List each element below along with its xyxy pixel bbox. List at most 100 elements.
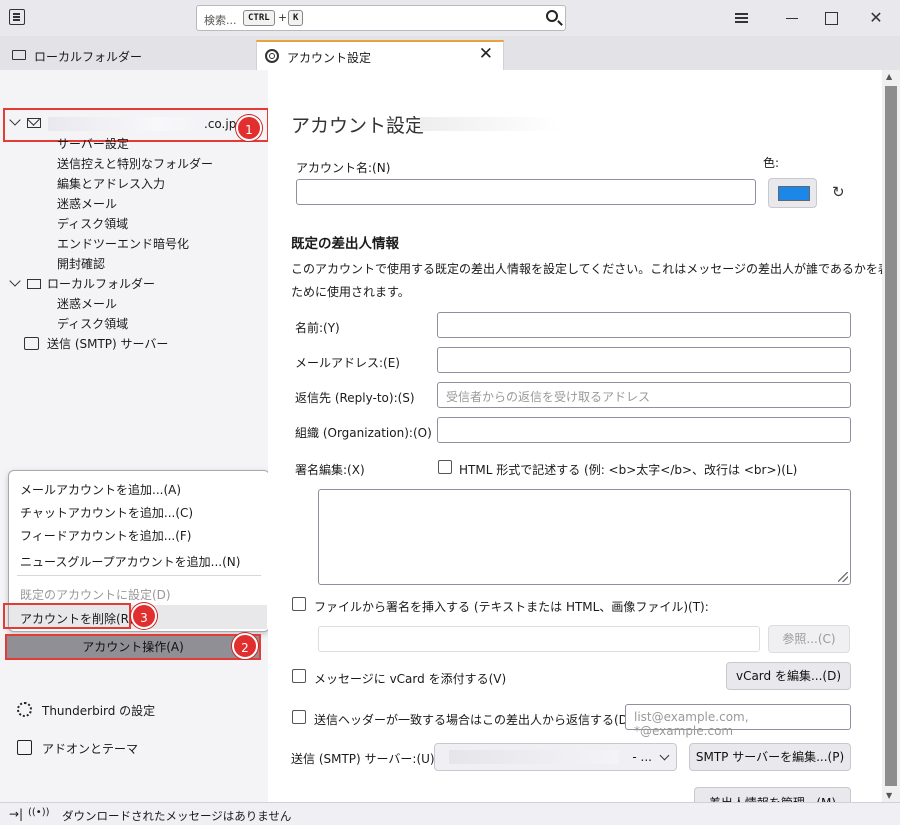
mail-icon [27, 118, 41, 128]
smtp-server-select[interactable]: - ... [434, 743, 677, 771]
reset-color-icon[interactable]: ↻ [832, 183, 845, 201]
organization-label: 組織 (Organization):(O) [295, 426, 432, 440]
page-title: アカウント設定 - [291, 111, 437, 138]
color-label: 色: [763, 156, 780, 170]
edit-smtp-button[interactable]: SMTP サーバーを編集...(P) [689, 743, 851, 771]
title-bar: 検索... CTRL + K ✕ [0, 0, 900, 36]
search-icon[interactable] [546, 10, 558, 22]
addons-label: アドオンとテーマ [42, 742, 139, 756]
tab-bar: ローカルフォルダー アカウント設定 ✕ [0, 36, 900, 70]
badge-1: 1 [236, 115, 262, 141]
menu-add-chat-account[interactable]: チャットアカウントを追加...(C) [20, 504, 193, 521]
reply-from-header-checkbox[interactable] [292, 710, 306, 724]
scrollbar-thumb[interactable] [885, 86, 897, 786]
signature-label: 署名編集:(X) [295, 463, 365, 477]
signature-file-input[interactable] [318, 626, 760, 652]
close-window-button[interactable]: ✕ [866, 8, 886, 28]
resize-grip-icon[interactable] [838, 572, 848, 582]
identity-heading: 既定の差出人情報 [291, 236, 399, 252]
menu-add-newsgroup-account[interactable]: ニュースグループアカウントを追加...(N) [20, 553, 240, 570]
tab-label: アカウント設定 [287, 51, 372, 65]
replyto-input[interactable]: 受信者からの返信を受け取るアドレス [437, 382, 851, 408]
sidebar-item-server-settings[interactable]: サーバー設定 [57, 134, 129, 154]
tab-account-settings[interactable]: アカウント設定 ✕ [256, 40, 504, 70]
sidebar-item-smtp[interactable]: 送信 (SMTP) サーバー [47, 334, 168, 354]
minimize-button[interactable] [782, 8, 802, 28]
name-input[interactable] [437, 312, 851, 338]
tab-local-folders[interactable]: ローカルフォルダー [0, 40, 250, 70]
badge-3: 3 [131, 603, 157, 629]
manage-identities-button[interactable]: 差出人情報を管理...(M) [694, 787, 851, 802]
sidebar-item-local-junk[interactable]: 迷惑メール [57, 294, 117, 314]
folder-icon [12, 50, 26, 60]
sidebar-item-copies-folders[interactable]: 送信控えと特別なフォルダー [57, 154, 213, 174]
status-text: ダウンロードされたメッセージはありません [62, 809, 292, 823]
account-actions-button[interactable]: アカウント操作(A) [5, 634, 261, 660]
redacted-text [449, 750, 619, 764]
smtp-server-icon [24, 337, 39, 350]
color-swatch [778, 186, 810, 201]
settings-label: Thunderbird の設定 [42, 704, 156, 718]
main-scrollbar[interactable]: ▲ ▼ [882, 70, 900, 802]
connection-status-icon[interactable]: ((•)) [28, 807, 50, 818]
attach-vcard-label[interactable]: メッセージに vCard を添付する(V) [314, 670, 506, 687]
sidebar-item-disk-space[interactable]: ディスク領域 [57, 214, 128, 234]
chevron-down-icon [659, 750, 670, 761]
sidebar-item-local-disk-space[interactable]: ディスク領域 [57, 314, 128, 334]
badge-2: 2 [232, 633, 258, 659]
reply-from-header-input[interactable]: list@example.com, *@example.com [625, 704, 851, 738]
status-bar: →| ((•)) ダウンロードされたメッセージはありません [0, 802, 900, 825]
menu-set-default: 既定のアカウントに設定(D) [20, 588, 171, 602]
puzzle-icon [17, 740, 32, 755]
gear-icon [265, 49, 279, 63]
menu-separator [17, 575, 261, 576]
organization-input[interactable] [437, 417, 851, 443]
account-name-input[interactable] [296, 179, 756, 205]
search-placeholder: 検索... [204, 14, 237, 27]
close-tab-icon[interactable]: ✕ [479, 44, 493, 64]
signature-file-label[interactable]: ファイルから署名を挿入する (テキストまたは HTML、画像ファイル)(T): [314, 598, 709, 615]
settings-gear-icon [17, 702, 32, 717]
sidebar-item-e2e-encryption[interactable]: エンドツーエンド暗号化 [57, 234, 189, 254]
sidebar-item-composition[interactable]: 編集とアドレス入力 [57, 174, 165, 194]
sidebar-item-return-receipts[interactable]: 開封確認 [57, 254, 105, 274]
browse-button[interactable]: 参照...(C) [768, 625, 850, 653]
menu-add-feed-account[interactable]: フィードアカウントを追加...(F) [20, 527, 191, 544]
maximize-button[interactable] [821, 8, 841, 28]
redacted-text [48, 117, 202, 131]
color-picker-button[interactable] [768, 178, 817, 208]
sidebar-item-local-folders[interactable]: ローカルフォルダー [47, 274, 155, 294]
name-label: 名前:(Y) [295, 321, 340, 335]
kbd-k: K [288, 10, 304, 26]
tab-label: ローカルフォルダー [34, 50, 143, 64]
email-label: メールアドレス:(E) [295, 356, 400, 370]
highlight-delete-account [3, 603, 131, 629]
menu-add-mail-account[interactable]: メールアカウントを追加...(A) [20, 481, 181, 498]
scroll-up-icon[interactable]: ▲ [886, 72, 892, 81]
redacted-text [420, 117, 560, 131]
smtp-server-label: 送信 (SMTP) サーバー:(U) [291, 752, 435, 766]
kbd-ctrl: CTRL [243, 10, 275, 26]
collapse-sidebar-icon[interactable]: →| [9, 807, 23, 821]
html-signature-checkbox[interactable] [438, 460, 452, 474]
page-title-text: アカウント設定 - [291, 115, 437, 137]
email-input[interactable] [437, 347, 851, 373]
app-menu-icon[interactable] [9, 9, 25, 25]
identity-description-line1: このアカウントで使用する既定の差出人情報を設定してください。これはメッセージの差… [291, 262, 900, 276]
smtp-select-ellipsis: - ... [632, 750, 652, 764]
account-email[interactable]: .co.jp [204, 114, 236, 134]
replyto-label: 返信先 (Reply-to):(S) [295, 391, 415, 405]
html-signature-label[interactable]: HTML 形式で記述する (例: <b>太字</b>、改行は <br>)(L) [459, 461, 797, 478]
search-input[interactable]: 検索... CTRL + K [196, 5, 566, 31]
hamburger-menu-icon[interactable] [732, 8, 752, 28]
signature-file-checkbox[interactable] [292, 597, 306, 611]
reply-from-header-label[interactable]: 送信ヘッダーが一致する場合はこの差出人から返信する(D): [314, 711, 637, 728]
scroll-down-icon[interactable]: ▼ [886, 791, 892, 800]
sidebar-item-junk[interactable]: 迷惑メール [57, 194, 117, 214]
edit-vcard-button[interactable]: vCard を編集...(D) [726, 662, 851, 690]
account-name-label: アカウント名:(N) [296, 161, 391, 175]
signature-textarea[interactable] [318, 489, 851, 585]
attach-vcard-checkbox[interactable] [292, 669, 306, 683]
identity-description-line2: ために使用されます。 [291, 285, 410, 299]
folder-icon [27, 279, 41, 289]
